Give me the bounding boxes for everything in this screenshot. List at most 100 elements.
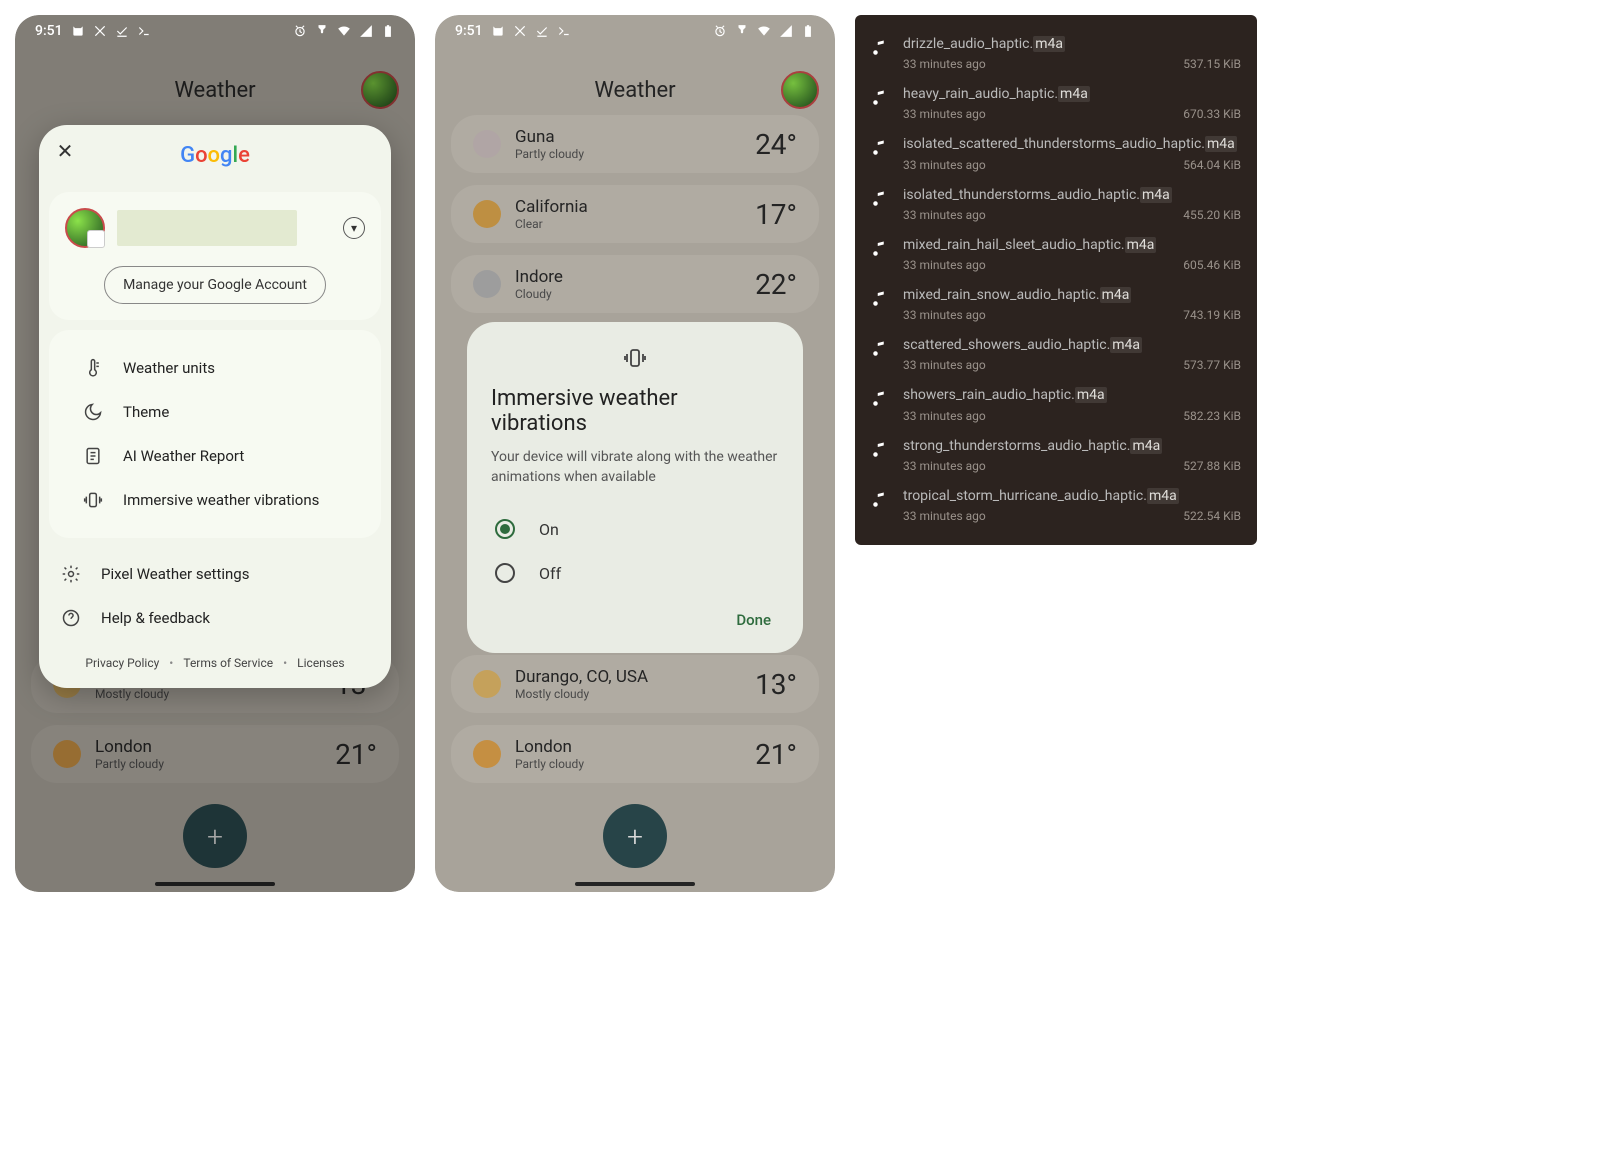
wifi-icon	[757, 24, 771, 38]
document-sparkle-icon	[83, 446, 103, 466]
file-row[interactable]: mixed_rain_hail_sleet_audio_haptic.m4a 3…	[855, 230, 1257, 280]
menu-label: Theme	[123, 403, 169, 421]
terminal-icon	[137, 24, 151, 38]
status-bar: 9:51	[435, 15, 835, 47]
signal-icon	[779, 24, 793, 38]
account-card: ▾ Manage your Google Account	[49, 192, 381, 320]
x-icon	[93, 24, 107, 38]
done-button[interactable]: Done	[491, 595, 779, 629]
radio-label: Off	[539, 564, 561, 583]
menu-vibrations[interactable]: Immersive weather vibrations	[61, 478, 369, 522]
file-name: scattered_showers_audio_haptic.m4a	[903, 336, 1241, 354]
radio-off[interactable]: Off	[491, 551, 779, 595]
file-row[interactable]: isolated_scattered_thunderstorms_audio_h…	[855, 129, 1257, 179]
status-bar: 9:51	[15, 15, 415, 47]
dialog-body: Your device will vibrate along with the …	[491, 448, 779, 487]
help-icon	[61, 608, 81, 628]
close-icon[interactable]: ✕	[53, 139, 77, 163]
file-size: 537.15 KiB	[1183, 57, 1241, 71]
menu-card: Weather units Theme AI Weather Report	[49, 330, 381, 538]
music-note-icon	[871, 441, 889, 459]
cat-icon	[71, 24, 85, 38]
file-row[interactable]: tropical_storm_hurricane_audio_haptic.m4…	[855, 481, 1257, 531]
music-note-icon	[871, 190, 889, 208]
music-note-icon	[871, 491, 889, 509]
file-age: 33 minutes ago	[903, 208, 986, 222]
licenses-link[interactable]: Licenses	[297, 656, 344, 670]
google-logo: Google	[180, 143, 250, 168]
file-age: 33 minutes ago	[903, 308, 986, 322]
file-name: mixed_rain_hail_sleet_audio_haptic.m4a	[903, 236, 1241, 254]
file-name: strong_thunderstorms_audio_haptic.m4a	[903, 437, 1241, 455]
manage-account-button[interactable]: Manage your Google Account	[104, 266, 326, 304]
menu-help[interactable]: Help & feedback	[39, 596, 391, 640]
file-row[interactable]: heavy_rain_audio_haptic.m4a 33 minutes a…	[855, 79, 1257, 129]
x-icon	[513, 24, 527, 38]
vibration-icon	[491, 346, 779, 370]
file-size: 573.77 KiB	[1183, 358, 1241, 372]
file-size: 743.19 KiB	[1183, 308, 1241, 322]
battery-icon	[801, 24, 815, 38]
battery-icon	[381, 24, 395, 38]
music-note-icon	[871, 340, 889, 358]
file-row[interactable]: drizzle_audio_haptic.m4a 33 minutes ago …	[855, 29, 1257, 79]
check-icon	[535, 24, 549, 38]
music-note-icon	[871, 240, 889, 258]
radio-button-icon	[495, 563, 515, 583]
file-size: 455.20 KiB	[1183, 208, 1241, 222]
radio-on[interactable]: On	[491, 507, 779, 551]
menu-label: Pixel Weather settings	[101, 565, 249, 583]
file-age: 33 minutes ago	[903, 57, 986, 71]
file-name: tropical_storm_hurricane_audio_haptic.m4…	[903, 487, 1241, 505]
vibration-dialog: Immersive weather vibrations Your device…	[467, 322, 803, 653]
file-size: 605.46 KiB	[1183, 258, 1241, 272]
clock: 9:51	[455, 23, 483, 39]
menu-label: Help & feedback	[101, 609, 210, 627]
music-note-icon	[871, 89, 889, 107]
file-row[interactable]: strong_thunderstorms_audio_haptic.m4a 33…	[855, 431, 1257, 481]
file-age: 33 minutes ago	[903, 107, 986, 121]
vibration-icon	[83, 490, 103, 510]
music-note-icon	[871, 39, 889, 57]
file-age: 33 minutes ago	[903, 158, 986, 172]
file-age: 33 minutes ago	[903, 509, 986, 523]
account-name-redacted	[117, 210, 297, 246]
menu-theme[interactable]: Theme	[61, 390, 369, 434]
account-row[interactable]: ▾	[61, 204, 369, 252]
file-size: 582.23 KiB	[1183, 409, 1241, 423]
gear-icon	[61, 564, 81, 584]
alarm-icon	[293, 24, 307, 38]
legal-footer: Privacy Policy • Terms of Service • Lice…	[39, 644, 391, 688]
menu-ai-report[interactable]: AI Weather Report	[61, 434, 369, 478]
chevron-down-icon[interactable]: ▾	[343, 217, 365, 239]
file-row[interactable]: scattered_showers_audio_haptic.m4a 33 mi…	[855, 330, 1257, 380]
clock: 9:51	[35, 23, 63, 39]
file-age: 33 minutes ago	[903, 459, 986, 473]
tos-link[interactable]: Terms of Service	[183, 656, 273, 670]
file-name: showers_rain_audio_haptic.m4a	[903, 386, 1241, 404]
music-note-icon	[871, 290, 889, 308]
radio-button-icon	[495, 519, 515, 539]
file-age: 33 minutes ago	[903, 409, 986, 423]
phone-wifi-icon	[735, 24, 749, 38]
privacy-link[interactable]: Privacy Policy	[85, 656, 159, 670]
music-note-icon	[871, 390, 889, 408]
phone-vibration-dialog: Weather Guna Partly cloudy 24° Californi…	[435, 15, 835, 892]
file-age: 33 minutes ago	[903, 358, 986, 372]
file-row[interactable]: showers_rain_audio_haptic.m4a 33 minutes…	[855, 380, 1257, 430]
file-name: isolated_thunderstorms_audio_haptic.m4a	[903, 186, 1241, 204]
phone-wifi-icon	[315, 24, 329, 38]
menu-pixel-settings[interactable]: Pixel Weather settings	[39, 552, 391, 596]
menu-label: Immersive weather vibrations	[123, 491, 319, 509]
menu-weather-units[interactable]: Weather units	[61, 346, 369, 390]
file-name: isolated_scattered_thunderstorms_audio_h…	[903, 135, 1241, 153]
wifi-icon	[337, 24, 351, 38]
check-icon	[115, 24, 129, 38]
file-row[interactable]: mixed_rain_snow_audio_haptic.m4a 33 minu…	[855, 280, 1257, 330]
file-name: drizzle_audio_haptic.m4a	[903, 35, 1241, 53]
file-row[interactable]: isolated_thunderstorms_audio_haptic.m4a …	[855, 180, 1257, 230]
file-list-panel: drizzle_audio_haptic.m4a 33 minutes ago …	[855, 15, 1257, 545]
file-name: heavy_rain_audio_haptic.m4a	[903, 85, 1241, 103]
radio-label: On	[539, 520, 559, 539]
alarm-icon	[713, 24, 727, 38]
